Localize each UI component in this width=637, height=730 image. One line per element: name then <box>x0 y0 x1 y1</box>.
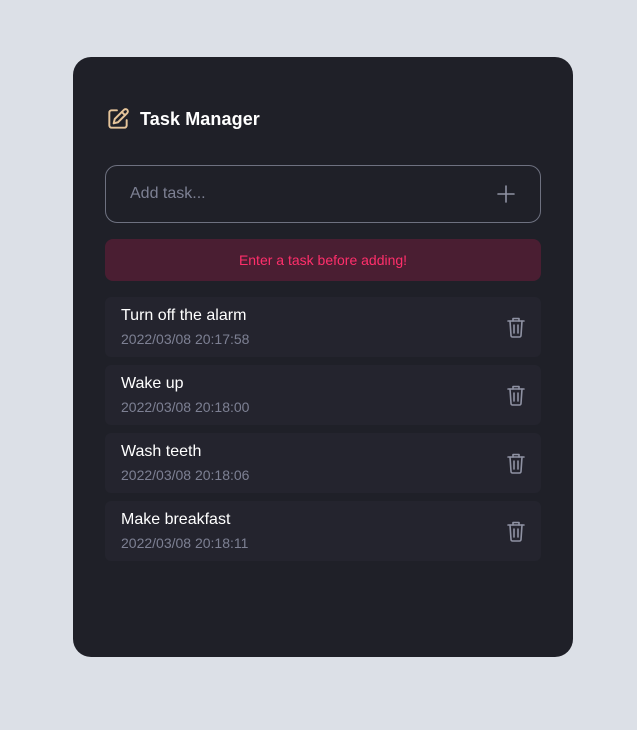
task-input-box <box>105 165 541 223</box>
header: Task Manager <box>105 105 260 133</box>
task-text: Make breakfast <box>121 511 231 528</box>
task-item: Wake up 2022/03/08 20:18:00 <box>105 365 541 425</box>
trash-icon <box>507 521 525 542</box>
task-item: Wash teeth 2022/03/08 20:18:06 <box>105 433 541 493</box>
task-input[interactable] <box>106 166 466 222</box>
trash-icon <box>507 453 525 474</box>
task-timestamp: 2022/03/08 20:17:58 <box>121 331 250 347</box>
task-item: Make breakfast 2022/03/08 20:18:11 <box>105 501 541 561</box>
edit-icon <box>108 108 129 129</box>
delete-task-button[interactable] <box>505 384 527 406</box>
delete-task-button[interactable] <box>505 520 527 542</box>
task-manager-card: Task Manager Enter a task before adding!… <box>73 57 573 657</box>
trash-icon <box>507 317 525 338</box>
add-task-button[interactable] <box>492 180 520 208</box>
delete-task-button[interactable] <box>505 316 527 338</box>
task-text: Turn off the alarm <box>121 307 247 324</box>
error-text: Enter a task before adding! <box>238 252 408 268</box>
task-text: Wake up <box>121 375 184 392</box>
delete-task-button[interactable] <box>505 452 527 474</box>
task-timestamp: 2022/03/08 20:18:00 <box>121 399 250 415</box>
page-title: Task Manager <box>140 108 260 129</box>
trash-icon <box>507 385 525 406</box>
task-item: Turn off the alarm 2022/03/08 20:17:58 <box>105 297 541 357</box>
error-message: Enter a task before adding! <box>105 239 541 281</box>
task-timestamp: 2022/03/08 20:18:11 <box>121 535 249 551</box>
plus-icon <box>497 185 515 203</box>
task-list: Turn off the alarm 2022/03/08 20:17:58 W… <box>105 297 541 569</box>
task-timestamp: 2022/03/08 20:18:06 <box>121 467 250 483</box>
task-text: Wash teeth <box>121 443 202 460</box>
